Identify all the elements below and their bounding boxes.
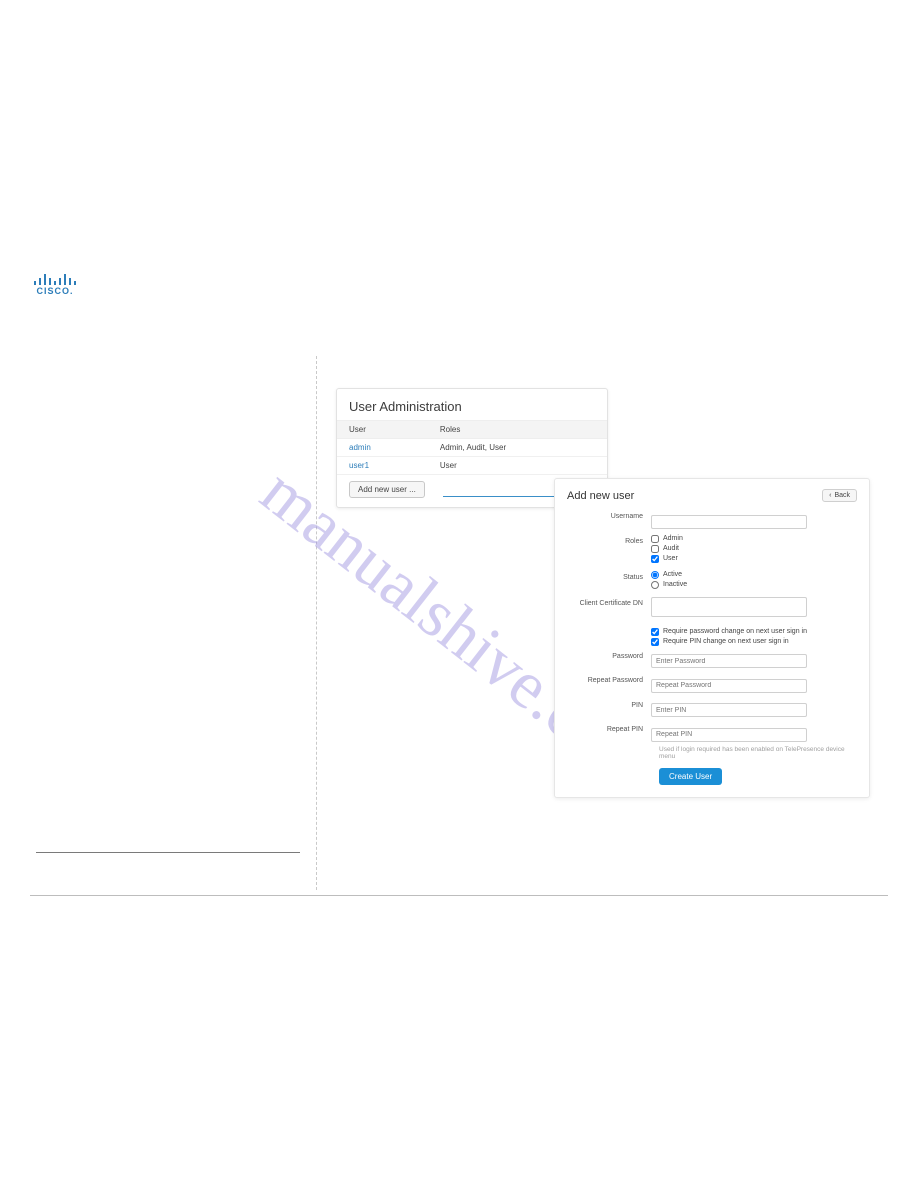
label-username: Username — [567, 510, 651, 520]
pin-hint: Used if login required has been enabled … — [659, 746, 857, 760]
role-audit-label: Audit — [663, 545, 679, 552]
table-row[interactable]: user1 User — [337, 457, 607, 475]
status-active-label: Active — [663, 571, 682, 578]
user-roles: Admin, Audit, User — [428, 439, 607, 457]
chevron-left-icon: ‹ — [829, 492, 831, 499]
col-user: User — [337, 421, 428, 439]
require-pin-label: Require PIN change on next user sign in — [663, 638, 789, 645]
vertical-separator — [316, 356, 317, 890]
logo-word: CISCO. — [31, 286, 79, 296]
create-user-button[interactable]: Create User — [659, 768, 722, 785]
label-repeat-pin: Repeat PIN — [567, 723, 651, 733]
require-pw-label: Require password change on next user sig… — [663, 628, 807, 635]
label-repeat-password: Repeat Password — [567, 674, 651, 684]
username-field[interactable] — [651, 515, 807, 529]
page-rule — [30, 895, 888, 896]
role-admin-checkbox[interactable]: Admin — [651, 535, 857, 543]
label-pin: PIN — [567, 699, 651, 709]
status-inactive-radio[interactable]: Inactive — [651, 581, 857, 589]
add-new-user-button[interactable]: Add new user ... — [349, 481, 425, 498]
table-row[interactable]: admin Admin, Audit, User — [337, 439, 607, 457]
role-admin-label: Admin — [663, 535, 683, 542]
label-client-cert: Client Certificate DN — [567, 597, 651, 607]
label-status: Status — [567, 571, 651, 581]
client-cert-field[interactable] — [651, 597, 807, 617]
back-button[interactable]: ‹ Back — [822, 489, 857, 502]
role-audit-checkbox[interactable]: Audit — [651, 545, 857, 553]
password-field[interactable] — [651, 654, 807, 668]
user-roles: User — [428, 457, 607, 475]
repeat-password-field[interactable] — [651, 679, 807, 693]
logo-bars — [31, 271, 79, 285]
user-link[interactable]: admin — [337, 439, 428, 457]
user-link[interactable]: user1 — [337, 457, 428, 475]
require-pin-change-checkbox[interactable]: Require PIN change on next user sign in — [651, 638, 857, 646]
cisco-logo: CISCO. — [31, 271, 79, 296]
status-inactive-label: Inactive — [663, 581, 687, 588]
add-user-title: Add new user — [567, 490, 634, 502]
add-user-panel: Add new user ‹ Back Username Roles Admin… — [554, 478, 870, 798]
require-password-change-checkbox[interactable]: Require password change on next user sig… — [651, 628, 857, 636]
pin-field[interactable] — [651, 703, 807, 717]
role-user-checkbox[interactable]: User — [651, 555, 857, 563]
user-admin-table: User Roles admin Admin, Audit, User user… — [337, 420, 607, 475]
label-password: Password — [567, 650, 651, 660]
label-roles: Roles — [567, 535, 651, 545]
col-roles: Roles — [428, 421, 607, 439]
status-active-radio[interactable]: Active — [651, 571, 857, 579]
repeat-pin-field[interactable] — [651, 728, 807, 742]
left-rule — [36, 852, 300, 853]
role-user-label: User — [663, 555, 678, 562]
user-admin-title: User Administration — [337, 389, 607, 420]
back-label: Back — [834, 492, 850, 499]
